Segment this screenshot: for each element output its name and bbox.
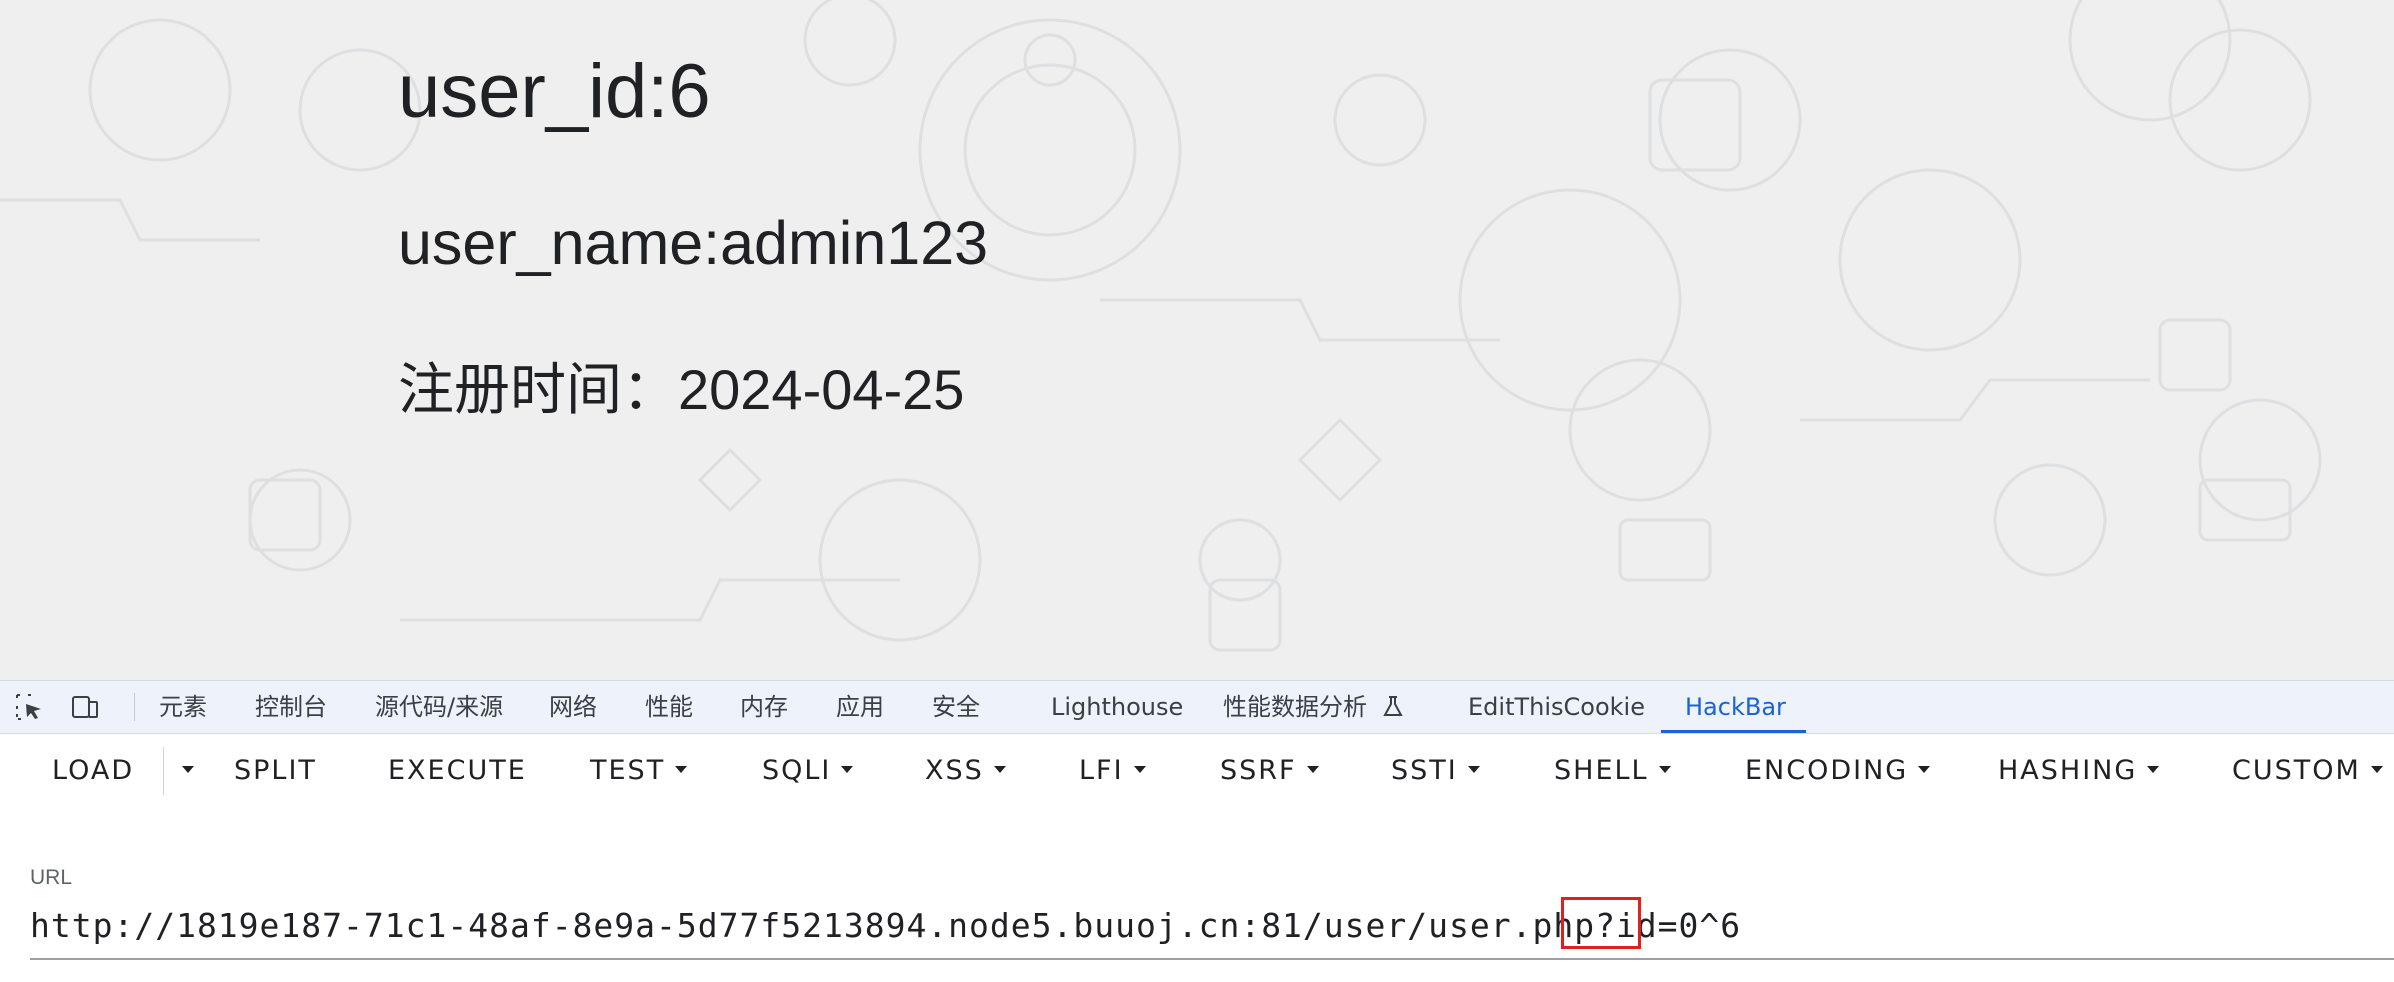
ssti-label: SSTI: [1391, 755, 1458, 786]
tab-elements[interactable]: 元素: [159, 681, 207, 733]
chevron-down-icon: [1918, 766, 1931, 773]
inspect-element-icon[interactable]: [14, 692, 44, 722]
payload-highlight-box: [1561, 897, 1641, 949]
tab-application[interactable]: 应用: [836, 681, 884, 733]
lfi-menu-button[interactable]: LFI: [1079, 733, 1146, 809]
chevron-down-icon: [2370, 766, 2383, 773]
chevron-down-icon: [1467, 766, 1480, 773]
chevron-down-icon: [1658, 766, 1671, 773]
hackbar-toolbar: LOAD SPLIT EXECUTE TEST SQLI XSS LFI SSR…: [0, 733, 2394, 809]
web-page: user_id:6 user_name:admin123 注册时间：2024-0…: [0, 0, 2394, 680]
chevron-down-icon: [1306, 766, 1319, 773]
tab-performance[interactable]: 性能: [645, 681, 693, 733]
chevron-down-icon: [841, 766, 854, 773]
sqli-label: SQLI: [762, 755, 832, 786]
xss-menu-button[interactable]: XSS: [925, 733, 1006, 809]
ssrf-menu-button[interactable]: SSRF: [1220, 733, 1319, 809]
sqli-menu-button[interactable]: SQLI: [762, 733, 854, 809]
register-time-heading: 注册时间：2024-04-25: [398, 358, 965, 421]
background-pattern: [0, 0, 2322, 652]
shell-label: SHELL: [1554, 755, 1649, 786]
execute-button[interactable]: EXECUTE: [388, 733, 527, 809]
custom-menu-button[interactable]: CUSTOM: [2232, 733, 2383, 809]
custom-label: CUSTOM: [2232, 755, 2361, 786]
devtools-tabbar: 元素 控制台 源代码/来源 网络 性能 内存 应用 安全 Lighthouse …: [0, 680, 2394, 734]
chevron-down-icon: [675, 766, 688, 773]
lfi-label: LFI: [1079, 755, 1124, 786]
tab-console[interactable]: 控制台: [255, 681, 327, 733]
encoding-label: ENCODING: [1745, 755, 1909, 786]
load-dropdown-button[interactable]: [172, 733, 194, 809]
tab-lighthouse[interactable]: Lighthouse: [1051, 681, 1183, 733]
hashing-label: HASHING: [1998, 755, 2138, 786]
tab-network[interactable]: 网络: [549, 681, 597, 733]
chevron-down-icon: [1133, 766, 1146, 773]
split-button[interactable]: SPLIT: [234, 733, 317, 809]
load-button[interactable]: LOAD: [52, 733, 134, 809]
tab-security[interactable]: 安全: [932, 681, 980, 733]
ssti-menu-button[interactable]: SSTI: [1391, 733, 1480, 809]
url-input-underline: [30, 958, 2394, 960]
encoding-menu-button[interactable]: ENCODING: [1745, 733, 1931, 809]
flask-icon: [1382, 696, 1403, 716]
tab-hackbar[interactable]: HackBar: [1685, 681, 1786, 733]
tab-editthiscookie[interactable]: EditThisCookie: [1468, 681, 1645, 733]
tab-performance-insights[interactable]: 性能数据分析: [1223, 681, 1405, 733]
url-input[interactable]: http://1819e187-71c1-48af-8e9a-5d77f5213…: [30, 906, 1741, 945]
hashing-menu-button[interactable]: HASHING: [1998, 733, 2160, 809]
load-separator: [163, 747, 164, 795]
user-id-heading: user_id:6: [398, 49, 711, 134]
tab-memory[interactable]: 内存: [740, 681, 788, 733]
user-name-heading: user_name:admin123: [398, 209, 989, 277]
chevron-down-icon: [182, 766, 194, 773]
device-toolbar-icon[interactable]: [70, 692, 100, 722]
ssrf-label: SSRF: [1220, 755, 1297, 786]
test-menu-button[interactable]: TEST: [590, 733, 688, 809]
xss-label: XSS: [925, 755, 984, 786]
chevron-down-icon: [993, 766, 1006, 773]
tab-sources[interactable]: 源代码/来源: [375, 681, 503, 733]
chevron-down-icon: [2147, 766, 2160, 773]
devtools-panel: 元素 控制台 源代码/来源 网络 性能 内存 应用 安全 Lighthouse …: [0, 680, 2394, 982]
tab-divider: [134, 693, 135, 721]
test-label: TEST: [590, 755, 666, 786]
tab-performance-insights-label: 性能数据分析: [1223, 693, 1367, 721]
shell-menu-button[interactable]: SHELL: [1554, 733, 1671, 809]
url-label: URL: [30, 866, 73, 889]
